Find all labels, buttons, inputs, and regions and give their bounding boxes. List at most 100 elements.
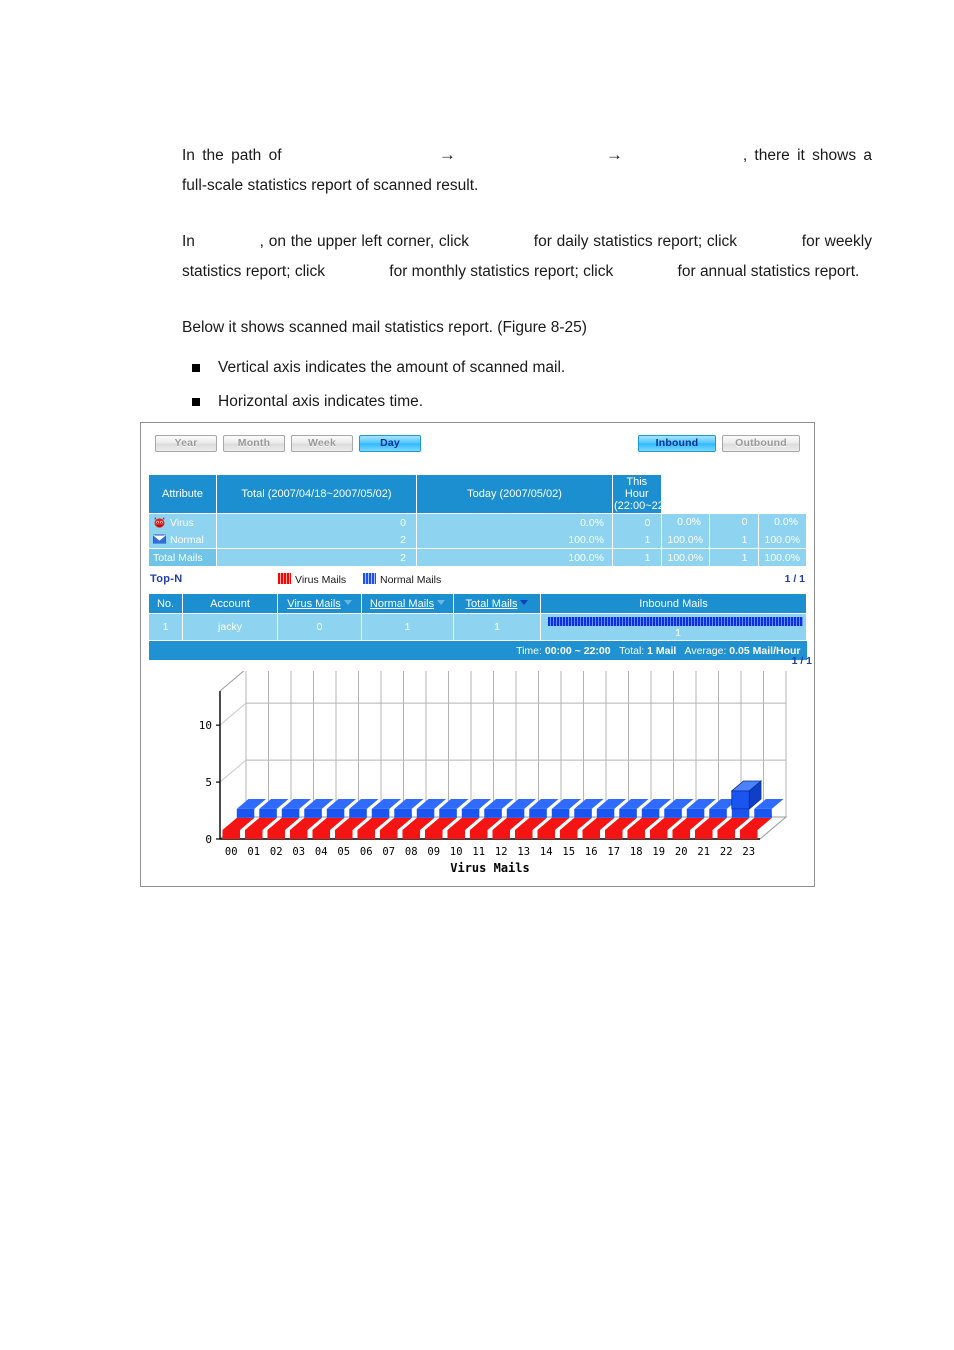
summary-average-value: 0.05 Mail/Hour: [729, 644, 801, 657]
bullet-text: Horizontal axis indicates time.: [218, 393, 424, 410]
bullet-text: Vertical axis indicates the amount of sc…: [218, 359, 566, 376]
chevron-down-icon[interactable]: [343, 599, 352, 605]
virus-total-count: 0: [216, 513, 417, 531]
total-mails-hour-count: 1: [709, 548, 759, 566]
total-mails-label: Total Mails: [148, 548, 217, 566]
topn-column-virus-mails[interactable]: Virus Mails: [277, 593, 362, 614]
normal-total-count: 2: [216, 531, 417, 549]
total-mails-total-count: 2: [216, 548, 417, 566]
svg-text:18: 18: [630, 846, 643, 858]
legend-label: Normal Mails: [380, 574, 442, 586]
chart-svg: 051000 01 02 03 04 05 06 07 08 09 10 11 12 13 14 15 16 17…: [199, 671, 788, 875]
svg-text:20: 20: [675, 846, 688, 858]
virus-row-label: Virus: [148, 513, 217, 531]
day-button[interactable]: Day: [359, 435, 421, 452]
svg-text:04: 04: [315, 846, 328, 858]
summary-total-label: Total:: [619, 644, 645, 657]
svg-text:14: 14: [540, 846, 553, 858]
topn-table: No. Account Virus Mails Normal Mails Tot…: [148, 593, 807, 661]
normal-hour-count: 1: [709, 531, 759, 549]
column-label: Virus Mails: [287, 597, 341, 610]
document-body: In the path of → →, there it shows a full…: [182, 140, 872, 419]
normal-hour-pct: 100.0%: [757, 531, 807, 549]
column-label: Normal Mails: [369, 597, 435, 610]
svg-text:19: 19: [652, 846, 665, 858]
svg-text:17: 17: [607, 846, 620, 858]
legend-label: Virus Mails: [295, 574, 347, 586]
row-virus-mails: 0: [277, 612, 362, 642]
topn-header-row: No. Account Virus Mails Normal Mails Tot…: [148, 593, 807, 614]
svg-text:07: 07: [382, 846, 395, 858]
svg-text:Virus Mails: Virus Mails: [450, 861, 529, 875]
column-label: Total Mails: [465, 597, 518, 610]
normal-total-pct: 100.0%: [416, 531, 613, 549]
bullet-square-icon: [192, 364, 200, 372]
normal-row-label: Normal: [148, 531, 217, 549]
bullet-list: Vertical axis indicates the amount of sc…: [182, 351, 872, 419]
p2-segment-f: for annual statistics report.: [677, 263, 860, 280]
p1-segment-a: In the path of: [182, 147, 289, 164]
summary-total-value: 1 Mail: [647, 644, 677, 657]
inbound-mails-bar: [547, 616, 803, 626]
list-item: Horizontal axis indicates time.: [182, 385, 872, 419]
virus-today-pct: 0.0%: [660, 513, 710, 531]
arrow-right-icon-1: →: [438, 145, 456, 164]
topn-column-account: Account: [182, 593, 278, 614]
topn-column-total-mails[interactable]: Total Mails: [453, 593, 541, 614]
chevron-down-icon[interactable]: [437, 599, 446, 605]
today-column-header: Today (2007/05/02): [416, 474, 613, 514]
svg-text:09: 09: [427, 846, 440, 858]
row-total-mails: 1: [453, 612, 541, 642]
p2-segment-b: , on the upper left corner, click: [259, 233, 474, 250]
svg-text:22: 22: [720, 846, 733, 858]
svg-text:01: 01: [247, 846, 260, 858]
paragraph-1-text: In the path of → →, there it shows a full…: [182, 140, 872, 201]
arrow-right-icon-2: →: [605, 145, 623, 164]
topn-column-no: No.: [148, 593, 183, 614]
bullet-square-icon: [192, 398, 200, 406]
month-button[interactable]: Month: [223, 435, 285, 452]
attribute-table-header-row: Attribute Total (2007/04/18~2007/05/02) …: [148, 474, 807, 514]
svg-text:06: 06: [360, 846, 373, 858]
paragraph-2: In , on the upper left corner, click for…: [182, 227, 872, 287]
list-item: Vertical axis indicates the amount of sc…: [182, 351, 872, 385]
topn-title: Top-N: [150, 573, 183, 585]
year-button[interactable]: Year: [155, 435, 217, 452]
row-inbound-bar-cell: 1: [540, 612, 807, 642]
table-row: Virus 0 0.0% 0 0.0% 0 0.0%: [148, 513, 807, 531]
chevron-down-icon-active[interactable]: [520, 599, 529, 605]
week-button[interactable]: Week: [291, 435, 353, 452]
p2-segment-a: In: [182, 233, 200, 250]
svg-text:10: 10: [199, 719, 212, 732]
paragraph-3-text: Below it shows scanned mail statistics r…: [182, 319, 587, 336]
outbound-button[interactable]: Outbound: [722, 435, 800, 452]
attribute-column-header: Attribute: [148, 474, 217, 514]
svg-text:11: 11: [472, 846, 485, 858]
topn-summary-cell: Time: 00:00 ~ 22:00 Total: 1 Mail Averag…: [148, 640, 807, 661]
envelope-icon: [153, 533, 166, 545]
virus-hour-pct: 0.0%: [757, 513, 807, 531]
this-hour-column-header: This Hour (22:00~22:59): [612, 474, 683, 514]
table-row: Normal 2 100.0% 1 100.0% 1 100.0%: [148, 531, 807, 549]
total-mails-today-pct: 100.0%: [660, 548, 710, 566]
summary-time-label: Time:: [516, 644, 542, 657]
svg-text:12: 12: [495, 846, 508, 858]
paragraph-1: In the path of → →, there it shows a full…: [182, 140, 872, 201]
svg-text:21: 21: [697, 846, 710, 858]
p2-segment-c: for daily statistics report; click: [533, 233, 742, 250]
svg-text:02: 02: [270, 846, 283, 858]
total-mails-total-pct: 100.0%: [416, 548, 613, 566]
svg-text:00: 00: [225, 846, 238, 858]
row-account: jacky: [182, 612, 278, 642]
virus-hour-count: 0: [709, 513, 759, 531]
svg-text:08: 08: [405, 846, 418, 858]
inbound-button[interactable]: Inbound: [638, 435, 716, 452]
pagination-bottom: 1 / 1: [791, 655, 812, 667]
pagination-top: 1 / 1: [784, 573, 805, 585]
row-no: 1: [148, 612, 183, 642]
topn-column-normal-mails[interactable]: Normal Mails: [361, 593, 454, 614]
devil-icon: [153, 516, 166, 528]
svg-text:16: 16: [585, 846, 598, 858]
p2-segment-e: for monthly statistics report; click: [389, 263, 618, 280]
svg-text:10: 10: [450, 846, 463, 858]
